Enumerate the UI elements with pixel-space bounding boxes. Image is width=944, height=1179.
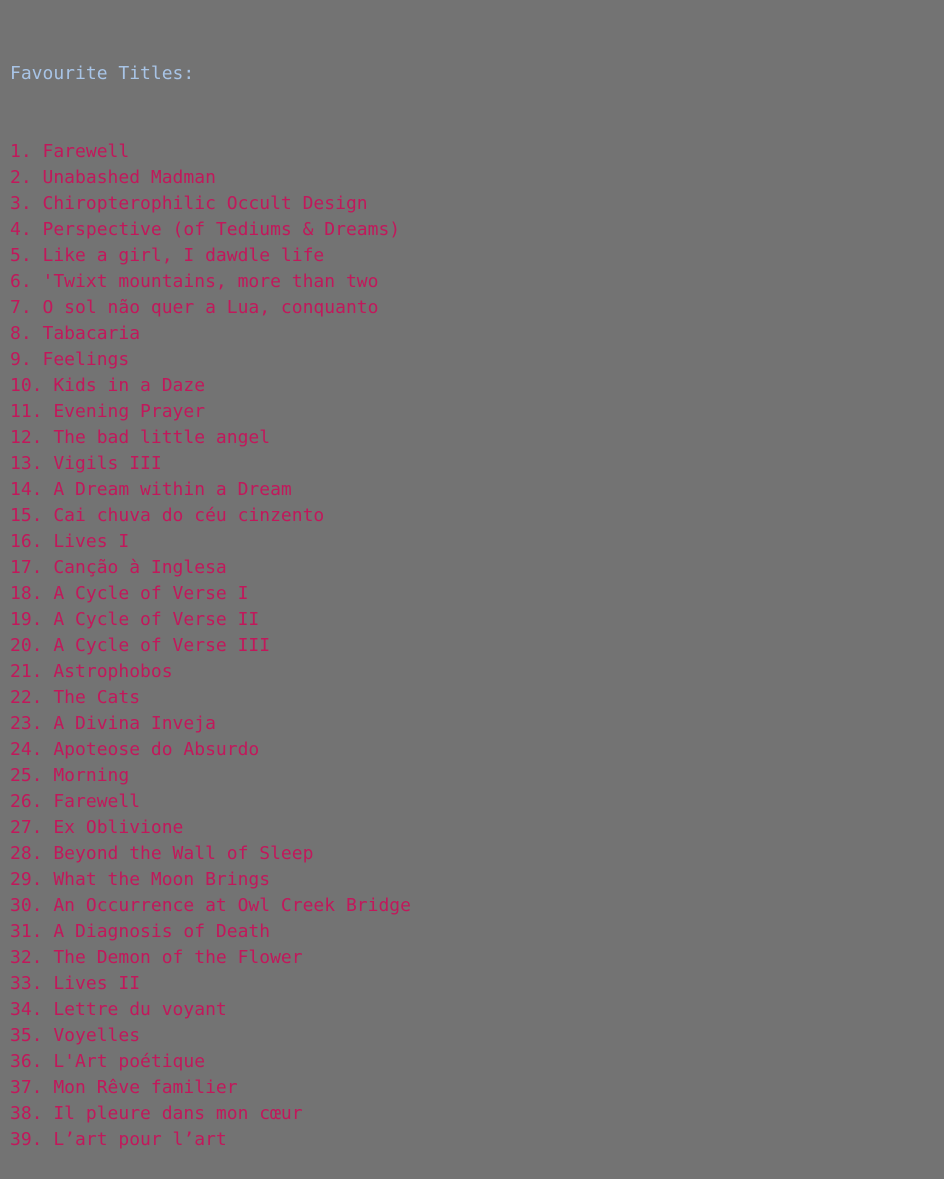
list-item: 17. Canção à Inglesa xyxy=(10,557,227,578)
list-item: 32. The Demon of the Flower xyxy=(10,947,303,968)
list-item: 8. Tabacaria xyxy=(10,323,141,344)
list-item: 18. A Cycle of Verse I xyxy=(10,583,249,604)
list-item: 31. A Diagnosis of Death xyxy=(10,921,271,942)
console-output: Favourite Titles: 1. Farewell 2. Unabashe… xyxy=(10,9,411,1179)
list-item: 38. Il pleure dans mon cœur xyxy=(10,1103,303,1124)
list-item: 37. Mon Rêve familier xyxy=(10,1077,238,1098)
list-item: 22. The Cats xyxy=(10,687,141,708)
list-item: 2. Unabashed Madman xyxy=(10,167,216,188)
list-header: Favourite Titles: xyxy=(10,63,195,84)
list-item: 16. Lives I xyxy=(10,531,130,552)
list-item: 39. L’art pour l’art xyxy=(10,1129,227,1150)
list-item: 12. The bad little angel xyxy=(10,427,271,448)
list-item: 20. A Cycle of Verse III xyxy=(10,635,271,656)
list-item: 23. A Divina Inveja xyxy=(10,713,216,734)
list-item: 34. Lettre du voyant xyxy=(10,999,227,1020)
list-item: 9. Feelings xyxy=(10,349,130,370)
list-item: 35. Voyelles xyxy=(10,1025,141,1046)
list-item: 1. Farewell xyxy=(10,141,130,162)
list-item: 4. Perspective (of Tediums & Dreams) xyxy=(10,219,401,240)
list-item: 21. Astrophobos xyxy=(10,661,173,682)
list-item: 27. Ex Oblivione xyxy=(10,817,184,838)
list-item: 15. Cai chuva do céu cinzento xyxy=(10,505,325,526)
list-item: 24. Apoteose do Absurdo xyxy=(10,739,260,760)
list-item: 6. 'Twixt mountains, more than two xyxy=(10,271,379,292)
titles-list: 1. Farewell 2. Unabashed Madman 3. Chiropt… xyxy=(10,139,411,1153)
list-item: 5. Like a girl, I dawdle life xyxy=(10,245,325,266)
list-item: 28. Beyond the Wall of Sleep xyxy=(10,843,314,864)
list-item: 11. Evening Prayer xyxy=(10,401,206,422)
list-item: 3. Chiropterophilic Occult Design xyxy=(10,193,368,214)
list-item: 29. What the Moon Brings xyxy=(10,869,271,890)
list-item: 33. Lives II xyxy=(10,973,141,994)
list-item: 30. An Occurrence at Owl Creek Bridge xyxy=(10,895,411,916)
list-item: 14. A Dream within a Dream xyxy=(10,479,292,500)
list-item: 7. O sol não quer a Lua, conquanto xyxy=(10,297,379,318)
list-item: 36. L'Art poétique xyxy=(10,1051,206,1072)
list-item: 13. Vigils III xyxy=(10,453,162,474)
list-item: 26. Farewell xyxy=(10,791,141,812)
list-item: 10. Kids in a Daze xyxy=(10,375,206,396)
list-item: 19. A Cycle of Verse II xyxy=(10,609,260,630)
list-item: 25. Morning xyxy=(10,765,130,786)
